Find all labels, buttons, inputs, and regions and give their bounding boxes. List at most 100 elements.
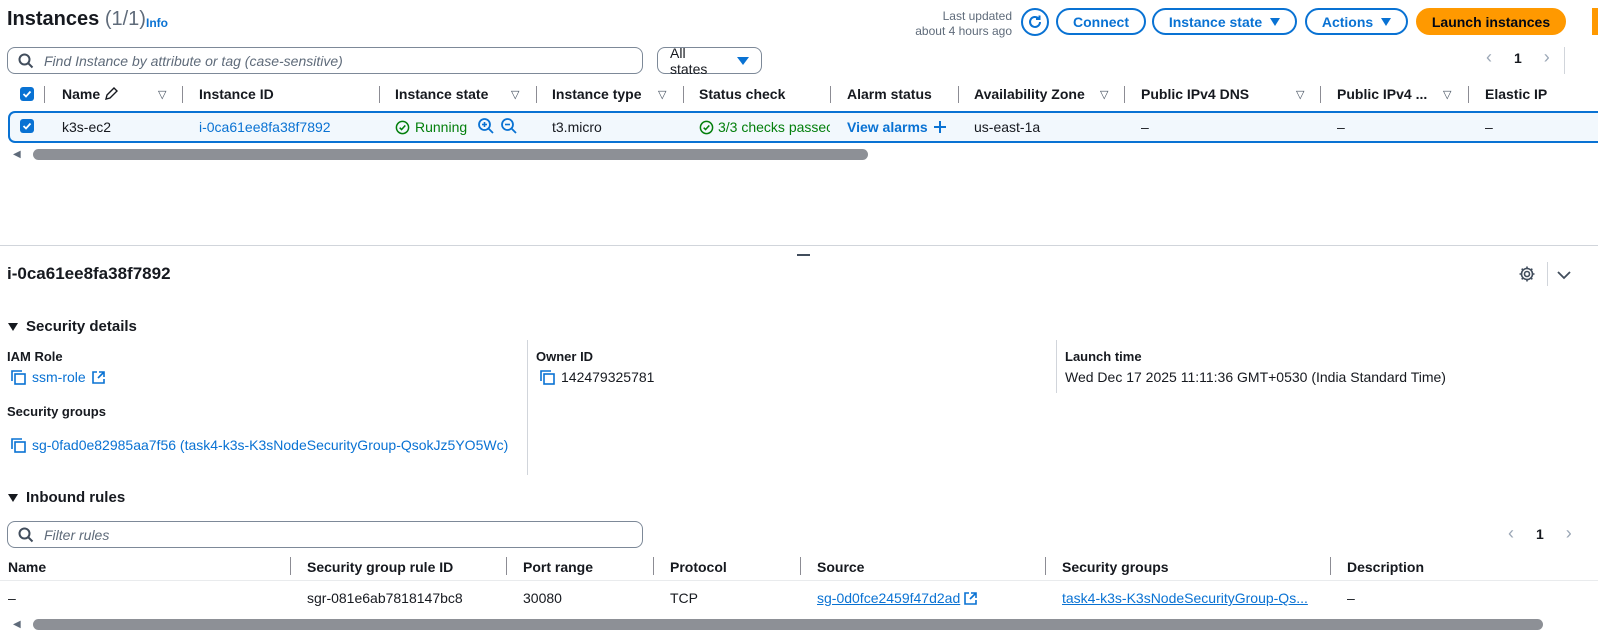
cell-elastic-ip: – — [1485, 119, 1493, 135]
prev-page-icon[interactable]: ‹ — [1486, 47, 1492, 68]
zoom-out-icon[interactable] — [500, 117, 518, 138]
plus-icon — [933, 121, 946, 133]
rule-column-security-groups[interactable]: Security groups — [1062, 559, 1169, 575]
select-all-checkbox[interactable] — [20, 87, 34, 101]
rule-cell-source: sg-0d0fce2459f47d2ad — [817, 590, 978, 606]
launch-instances-button[interactable]: Launch instances — [1416, 8, 1566, 35]
page-title: Instances (1/1) — [7, 8, 146, 30]
column-divider[interactable] — [506, 557, 507, 575]
rule-column-name[interactable]: Name — [8, 559, 46, 575]
scroll-left-icon[interactable]: ◀ — [13, 149, 21, 160]
iam-role-label: IAM Role — [7, 349, 63, 364]
rule-security-group-link[interactable]: task4-k3s-K3sNodeSecurityGroup-Qs... — [1062, 590, 1308, 606]
page-number[interactable]: 1 — [1514, 50, 1522, 66]
instance-search-input[interactable]: Find Instance by attribute or tag (case-… — [7, 47, 643, 74]
next-page-icon[interactable]: › — [1566, 523, 1572, 544]
rule-column-description[interactable]: Description — [1347, 559, 1424, 575]
rule-cell-description: – — [1347, 590, 1355, 606]
external-link-icon[interactable] — [964, 591, 978, 605]
prev-page-icon[interactable]: ‹ — [1508, 523, 1514, 544]
zoom-in-icon[interactable] — [477, 117, 495, 138]
column-divider[interactable] — [1320, 86, 1321, 103]
column-header-public-ipv4[interactable]: Public IPv4 ... — [1337, 86, 1427, 102]
column-divider[interactable] — [653, 557, 654, 575]
info-link[interactable]: Info — [146, 16, 168, 30]
state-filter-select[interactable]: All states — [657, 45, 762, 77]
cell-instance-state: Running — [395, 119, 467, 135]
actions-button[interactable]: Actions — [1305, 8, 1408, 35]
check-circle-icon — [395, 120, 410, 134]
split-panel-divider — [0, 245, 1598, 246]
rule-column-protocol[interactable]: Protocol — [670, 559, 727, 575]
column-divider[interactable] — [683, 86, 684, 103]
filter-rules-input[interactable]: Filter rules — [7, 521, 643, 548]
instance-id-link[interactable]: i-0ca61ee8fa38f7892 — [199, 119, 331, 135]
refresh-button[interactable] — [1021, 8, 1049, 36]
column-header-instance-type[interactable]: Instance type — [552, 86, 641, 102]
column-divider[interactable] — [958, 86, 959, 103]
page-number[interactable]: 1 — [1536, 526, 1544, 542]
view-alarms-link[interactable]: View alarms — [847, 119, 946, 135]
column-divider[interactable] — [1468, 86, 1469, 103]
caret-down-icon — [737, 56, 749, 65]
column-header-name[interactable]: Name — [62, 86, 119, 102]
caret-down-icon — [8, 322, 18, 331]
horizontal-scrollbar[interactable] — [33, 149, 868, 160]
source-sg-link[interactable]: sg-0d0fce2459f47d2ad — [817, 590, 960, 606]
copy-icon[interactable] — [540, 369, 555, 385]
sort-icon[interactable]: ▽ — [658, 88, 666, 101]
rule-column-port-range[interactable]: Port range — [523, 559, 593, 575]
column-header-elastic-ip[interactable]: Elastic IP — [1485, 86, 1547, 102]
connect-button[interactable]: Connect — [1056, 8, 1146, 35]
column-header-availability-zone[interactable]: Availability Zone — [974, 86, 1085, 102]
check-circle-icon — [699, 120, 714, 134]
horizontal-scrollbar[interactable] — [33, 619, 1543, 630]
external-link-icon[interactable] — [91, 370, 105, 384]
next-page-icon[interactable]: › — [1544, 47, 1550, 68]
column-divider[interactable] — [536, 86, 537, 103]
column-header-instance-state[interactable]: Instance state — [395, 86, 488, 102]
column-header-public-ipv4-dns[interactable]: Public IPv4 DNS — [1141, 86, 1249, 102]
copy-icon[interactable] — [11, 437, 26, 453]
security-groups-value: sg-0fad0e82985aa7f56 (task4-k3s-K3sNodeS… — [11, 437, 508, 453]
column-divider[interactable] — [290, 557, 291, 575]
caret-down-icon — [1381, 17, 1392, 26]
sort-icon[interactable]: ▽ — [1296, 88, 1304, 101]
column-divider[interactable] — [182, 86, 183, 103]
column-divider[interactable] — [1330, 557, 1331, 575]
filter-placeholder: Filter rules — [44, 526, 110, 543]
rule-cell-rule-id: sgr-081e6ab7818147bc8 — [307, 590, 463, 606]
sort-icon[interactable]: ▽ — [511, 88, 519, 101]
launch-time-value: Wed Dec 17 2025 11:11:36 GMT+0530 (India… — [1065, 369, 1446, 385]
column-header-status-check[interactable]: Status check — [699, 86, 785, 102]
rule-column-source[interactable]: Source — [817, 559, 864, 575]
pencil-icon — [105, 87, 119, 100]
column-divider[interactable] — [1045, 557, 1046, 575]
iam-role-link[interactable]: ssm-role — [32, 369, 86, 385]
column-divider[interactable] — [1124, 86, 1125, 103]
column-divider[interactable] — [830, 86, 831, 103]
copy-icon[interactable] — [11, 369, 26, 385]
settings-gear-icon[interactable] — [1518, 265, 1536, 286]
column-header-alarm-status[interactable]: Alarm status — [847, 86, 932, 102]
chevron-down-icon[interactable] — [1557, 267, 1571, 283]
security-group-link[interactable]: sg-0fad0e82985aa7f56 (task4-k3s-K3sNodeS… — [32, 437, 508, 453]
rule-column-rule-id[interactable]: Security group rule ID — [307, 559, 453, 575]
search-icon — [18, 527, 34, 542]
row-checkbox[interactable] — [20, 119, 34, 133]
resize-handle[interactable] — [797, 254, 810, 256]
column-divider[interactable] — [379, 86, 380, 103]
inbound-rules-toggle[interactable]: Inbound rules — [8, 489, 125, 506]
column-header-instance-id[interactable]: Instance ID — [199, 86, 274, 102]
sort-icon[interactable]: ▽ — [1100, 88, 1108, 101]
launch-split-button[interactable] — [1592, 8, 1598, 35]
instance-state-button[interactable]: Instance state — [1152, 8, 1297, 35]
launch-time-label: Launch time — [1065, 349, 1142, 364]
details-instance-id: i-0ca61ee8fa38f7892 — [7, 264, 171, 283]
sort-icon[interactable]: ▽ — [158, 88, 166, 101]
scroll-left-icon[interactable]: ◀ — [13, 619, 21, 630]
caret-down-icon — [1270, 17, 1281, 26]
security-details-toggle[interactable]: Security details — [8, 318, 137, 335]
column-divider[interactable] — [800, 557, 801, 575]
sort-icon[interactable]: ▽ — [1443, 88, 1451, 101]
